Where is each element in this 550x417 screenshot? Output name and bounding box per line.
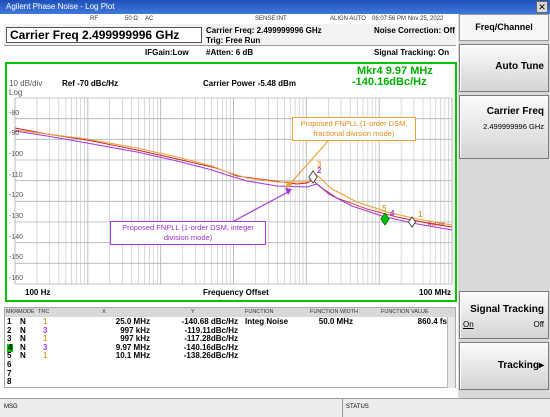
marker-table[interactable]: MKR MODE TRC X Y FUNCTION FUNCTION WIDTH…	[4, 307, 456, 388]
cell-x: 25.0 MHz	[115, 317, 150, 326]
marker-readout-level: -140.16dBc/Hz	[352, 76, 427, 88]
atten-info: #Atten: 6 dB	[206, 48, 254, 57]
marker-table-row[interactable]: 1 N 1 25.0 MHz -140.68 dBc/Hz Integ Noise 50.0…	[5, 318, 455, 326]
plot-canvas	[14, 97, 453, 285]
signal-tracking-on: On	[463, 320, 474, 329]
impedance-label: 50 Ω	[125, 16, 138, 22]
cell-mkr: 3	[7, 334, 12, 344]
tracking-label: Tracking▸	[497, 360, 544, 371]
table-scrollbar[interactable]	[447, 317, 455, 388]
marker-table-row[interactable]: 3 N 1 997 kHz -117.28dBc/Hz	[5, 335, 455, 343]
col-function-value: FUNCTION VALUE	[381, 309, 429, 315]
y-tick-label: -130	[9, 213, 24, 220]
carrier-freq-display[interactable]: Carrier Freq 2.499999996 GHz	[6, 27, 202, 43]
close-icon[interactable]: ✕	[536, 1, 548, 13]
col-y: Y	[191, 309, 195, 315]
col-mode: MODE	[18, 309, 35, 315]
marker-number-label: 1	[418, 210, 423, 219]
cell-mkr: 6	[7, 360, 12, 369]
message-bar: MSG STATUS	[0, 398, 550, 417]
noise-correction-info: Noise Correction: Off	[374, 26, 455, 35]
col-mkr: MKR	[6, 309, 19, 315]
carrier-freq-label: Carrier Freq	[486, 106, 544, 117]
signal-tracking-button[interactable]: Signal Tracking On Off	[459, 291, 549, 339]
y-tick-label: -80	[9, 109, 20, 117]
cell-value: 860.4 fs	[417, 317, 447, 326]
x-start-label: 100 Hz	[25, 288, 51, 297]
x-axis-label: Frequency Offset	[203, 288, 269, 297]
marker-table-row[interactable]: 6	[5, 361, 455, 369]
msg-divider	[342, 399, 343, 417]
cell-width: 50.0 MHz	[318, 317, 353, 326]
y-tick-label: -140	[9, 233, 24, 241]
cell-y: -140.68 dBc/Hz	[181, 317, 238, 326]
annotation-fractional: Proposed FNPLL (1-order DSM, fractional …	[292, 117, 416, 141]
cell-y: -138.26dBc/Hz	[183, 351, 238, 361]
ref-level-label: Ref -70 dBc/Hz	[62, 79, 119, 88]
signal-tracking-info: Signal Tracking: On	[374, 48, 450, 57]
signal-tracking-label: Signal Tracking	[470, 304, 544, 315]
trig-info: Trig: Free Run	[206, 36, 261, 45]
marker-table-row[interactable]: 8	[5, 378, 455, 386]
y-tick-label: -90	[9, 130, 20, 138]
y-tick-label: -160	[9, 275, 24, 282]
signal-tracking-off: Off	[533, 320, 544, 329]
annotation-integer: Proposed FNPLL (1-order DSM, integer div…	[110, 221, 266, 245]
carrier-freq-button[interactable]: Carrier Freq 2.499999996 GHz	[459, 95, 549, 159]
cell-mode: N	[20, 317, 26, 326]
cell-y: -117.28dBc/Hz	[184, 334, 238, 344]
softkey-menu-title: Freq/Channel	[459, 14, 549, 41]
window-title: Agilent Phase Noise - Log Plot	[6, 2, 115, 11]
softkey-panel: Freq/Channel Auto Tune Carrier Freq 2.49…	[458, 14, 550, 398]
cell-mkr: 1	[7, 317, 12, 326]
scale-type-label: Log	[9, 88, 23, 97]
auto-tune-label: Auto Tune	[495, 61, 544, 72]
marker-table-header: MKR MODE TRC X Y FUNCTION FUNCTION WIDTH…	[5, 308, 455, 317]
marker-table-row[interactable]: 7	[5, 369, 455, 378]
carrier-freq-info: Carrier Freq: 2.499999996 GHz	[206, 26, 322, 35]
datetime-label: 06:07:56 PM Nov 25, 2022	[372, 16, 444, 22]
auto-tune-button[interactable]: Auto Tune	[459, 44, 549, 92]
cell-trc: 1	[43, 317, 48, 326]
y-tick-label: -120	[9, 192, 24, 200]
cell-mode: N	[20, 334, 26, 344]
status-label: STATUS	[346, 404, 369, 410]
col-trc: TRC	[38, 309, 50, 315]
marker-number-label: 4	[390, 209, 395, 218]
scale-label: 10 dB/div	[9, 79, 43, 88]
y-tick-label: -150	[9, 254, 24, 262]
tracking-button[interactable]: Tracking▸	[459, 342, 549, 390]
phase-noise-plot[interactable]: 10 dB/div Log Ref -70 dBc/Hz Carrier Pow…	[5, 62, 457, 302]
cell-fn: Integ Noise	[245, 317, 289, 326]
cell-mode: N	[20, 351, 26, 361]
col-x: X	[102, 309, 106, 315]
msg-label: MSG	[4, 404, 18, 410]
marker-number-label: 5	[382, 204, 387, 213]
window-titlebar: Agilent Phase Noise - Log Plot ✕	[0, 0, 550, 14]
measurement-header: Carrier Freq 2.499999996 GHz Carrier Fre…	[4, 24, 456, 46]
cell-x: 997 kHz	[120, 334, 150, 344]
coupling-label: AC	[145, 16, 154, 22]
carrier-freq-value: 2.499999996 GHz	[483, 122, 544, 131]
carrier-power-label: Carrier Power -5.48 dBm	[203, 79, 296, 88]
col-function-width: FUNCTION WIDTH	[310, 309, 358, 315]
marker-table-row[interactable]: 5 N 1 10.1 MHz -138.26dBc/Hz	[5, 352, 455, 360]
col-function: FUNCTION	[245, 309, 274, 315]
cell-trc: 1	[43, 334, 48, 344]
ifgain-info: IFGain:Low	[145, 48, 189, 57]
marker-number-label: 3	[317, 160, 322, 169]
y-tick-label: -110	[9, 171, 23, 179]
x-stop-label: 100 MHz	[419, 288, 452, 297]
overflow-label: Ref Val	[428, 222, 445, 228]
align-label: ALIGN AUTO	[330, 16, 366, 22]
rf-label: RF	[90, 16, 98, 22]
y-tick-label: -100	[9, 151, 24, 158]
cell-mkr: 8	[7, 377, 12, 387]
sense-label: SENSE:INT	[255, 16, 287, 22]
cell-x: 10.1 MHz	[115, 351, 150, 361]
cell-trc: 1	[43, 351, 48, 361]
